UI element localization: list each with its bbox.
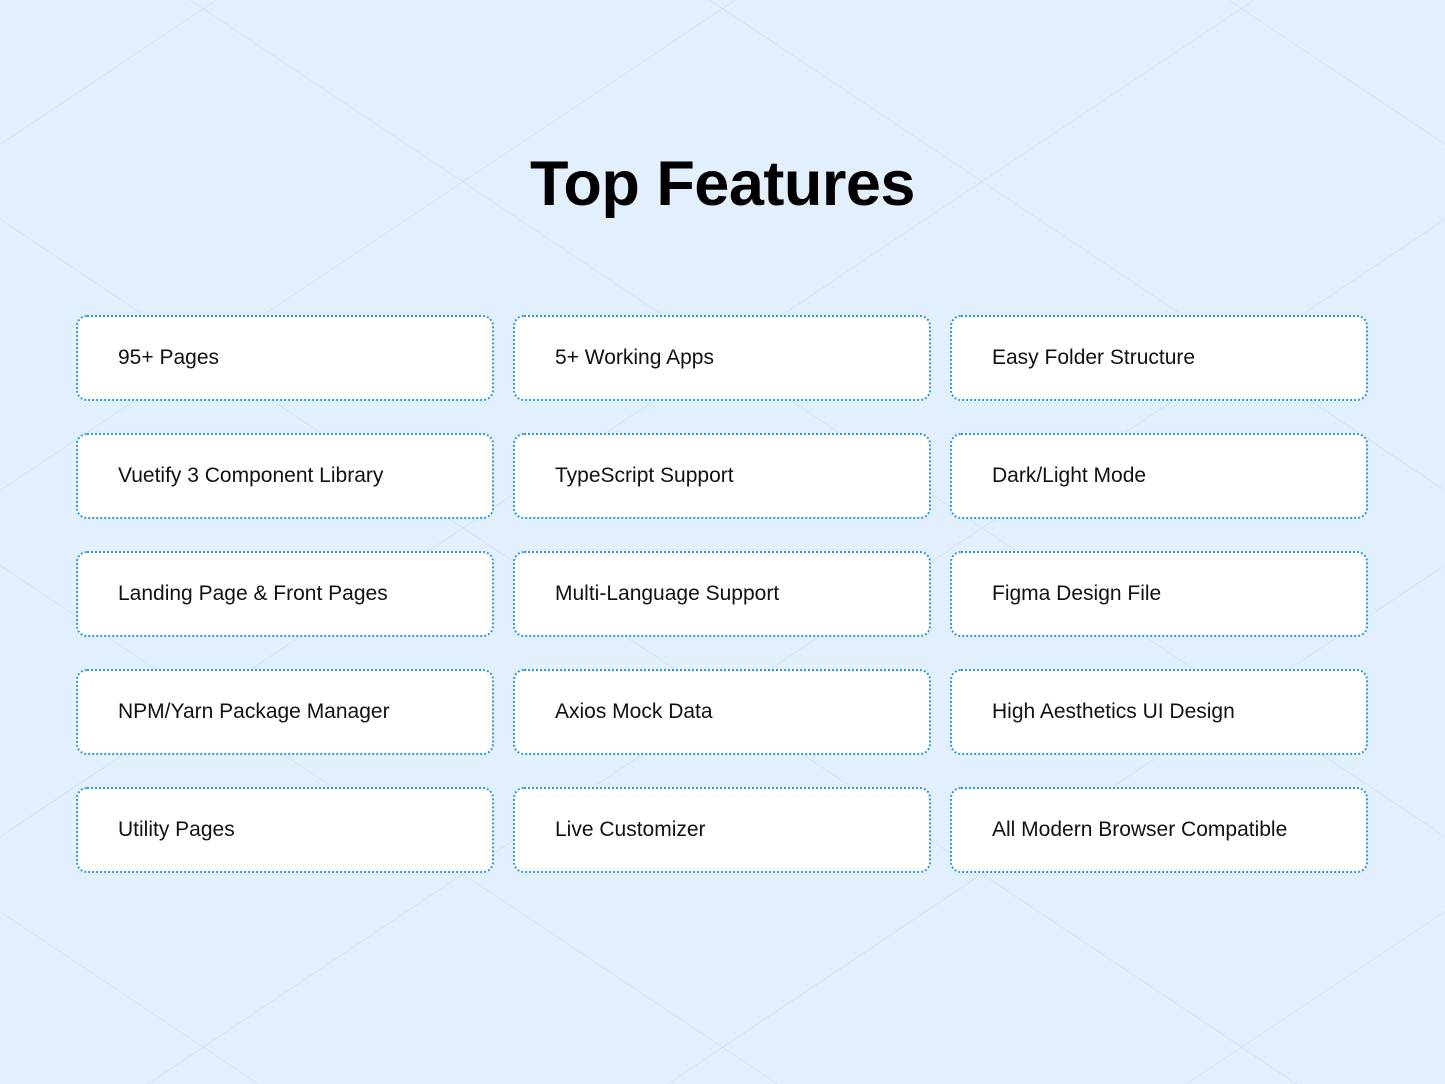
feature-card[interactable]: NPM/Yarn Package Manager: [76, 669, 494, 755]
feature-card[interactable]: High Aesthetics UI Design: [950, 669, 1368, 755]
feature-card[interactable]: 5+ Working Apps: [513, 315, 931, 401]
feature-label: NPM/Yarn Package Manager: [118, 700, 390, 723]
features-grid: 95+ Pages 5+ Working Apps Easy Folder St…: [76, 315, 1368, 873]
feature-label: Dark/Light Mode: [992, 464, 1147, 487]
feature-card[interactable]: Utility Pages: [76, 787, 494, 873]
feature-card[interactable]: 95+ Pages: [76, 315, 494, 401]
feature-label: 5+ Working Apps: [555, 346, 714, 369]
feature-label: Landing Page & Front Pages: [118, 582, 388, 605]
feature-label: Easy Folder Structure: [992, 346, 1196, 369]
feature-label: Vuetify 3 Component Library: [118, 464, 384, 487]
feature-label: Axios Mock Data: [555, 700, 713, 723]
feature-card[interactable]: Axios Mock Data: [513, 669, 931, 755]
feature-label: Multi-Language Support: [555, 582, 780, 605]
feature-card[interactable]: Live Customizer: [513, 787, 931, 873]
feature-label: Live Customizer: [555, 818, 706, 841]
feature-label: Utility Pages: [118, 818, 235, 841]
page-title: Top Features: [530, 149, 915, 219]
feature-label: All Modern Browser Compatible: [992, 818, 1288, 841]
feature-label: High Aesthetics UI Design: [992, 700, 1235, 723]
feature-card[interactable]: Multi-Language Support: [513, 551, 931, 637]
feature-label: Figma Design File: [992, 582, 1162, 605]
feature-card[interactable]: Figma Design File: [950, 551, 1368, 637]
top-features-section: Top Features 95+ Pages 5+ Working Apps E…: [0, 0, 1445, 1084]
feature-card[interactable]: Dark/Light Mode: [950, 433, 1368, 519]
feature-label: TypeScript Support: [555, 464, 734, 487]
feature-label: 95+ Pages: [118, 346, 220, 369]
feature-card[interactable]: TypeScript Support: [513, 433, 931, 519]
feature-card[interactable]: Vuetify 3 Component Library: [76, 433, 494, 519]
feature-card[interactable]: All Modern Browser Compatible: [950, 787, 1368, 873]
feature-card[interactable]: Landing Page & Front Pages: [76, 551, 494, 637]
feature-card[interactable]: Easy Folder Structure: [950, 315, 1368, 401]
